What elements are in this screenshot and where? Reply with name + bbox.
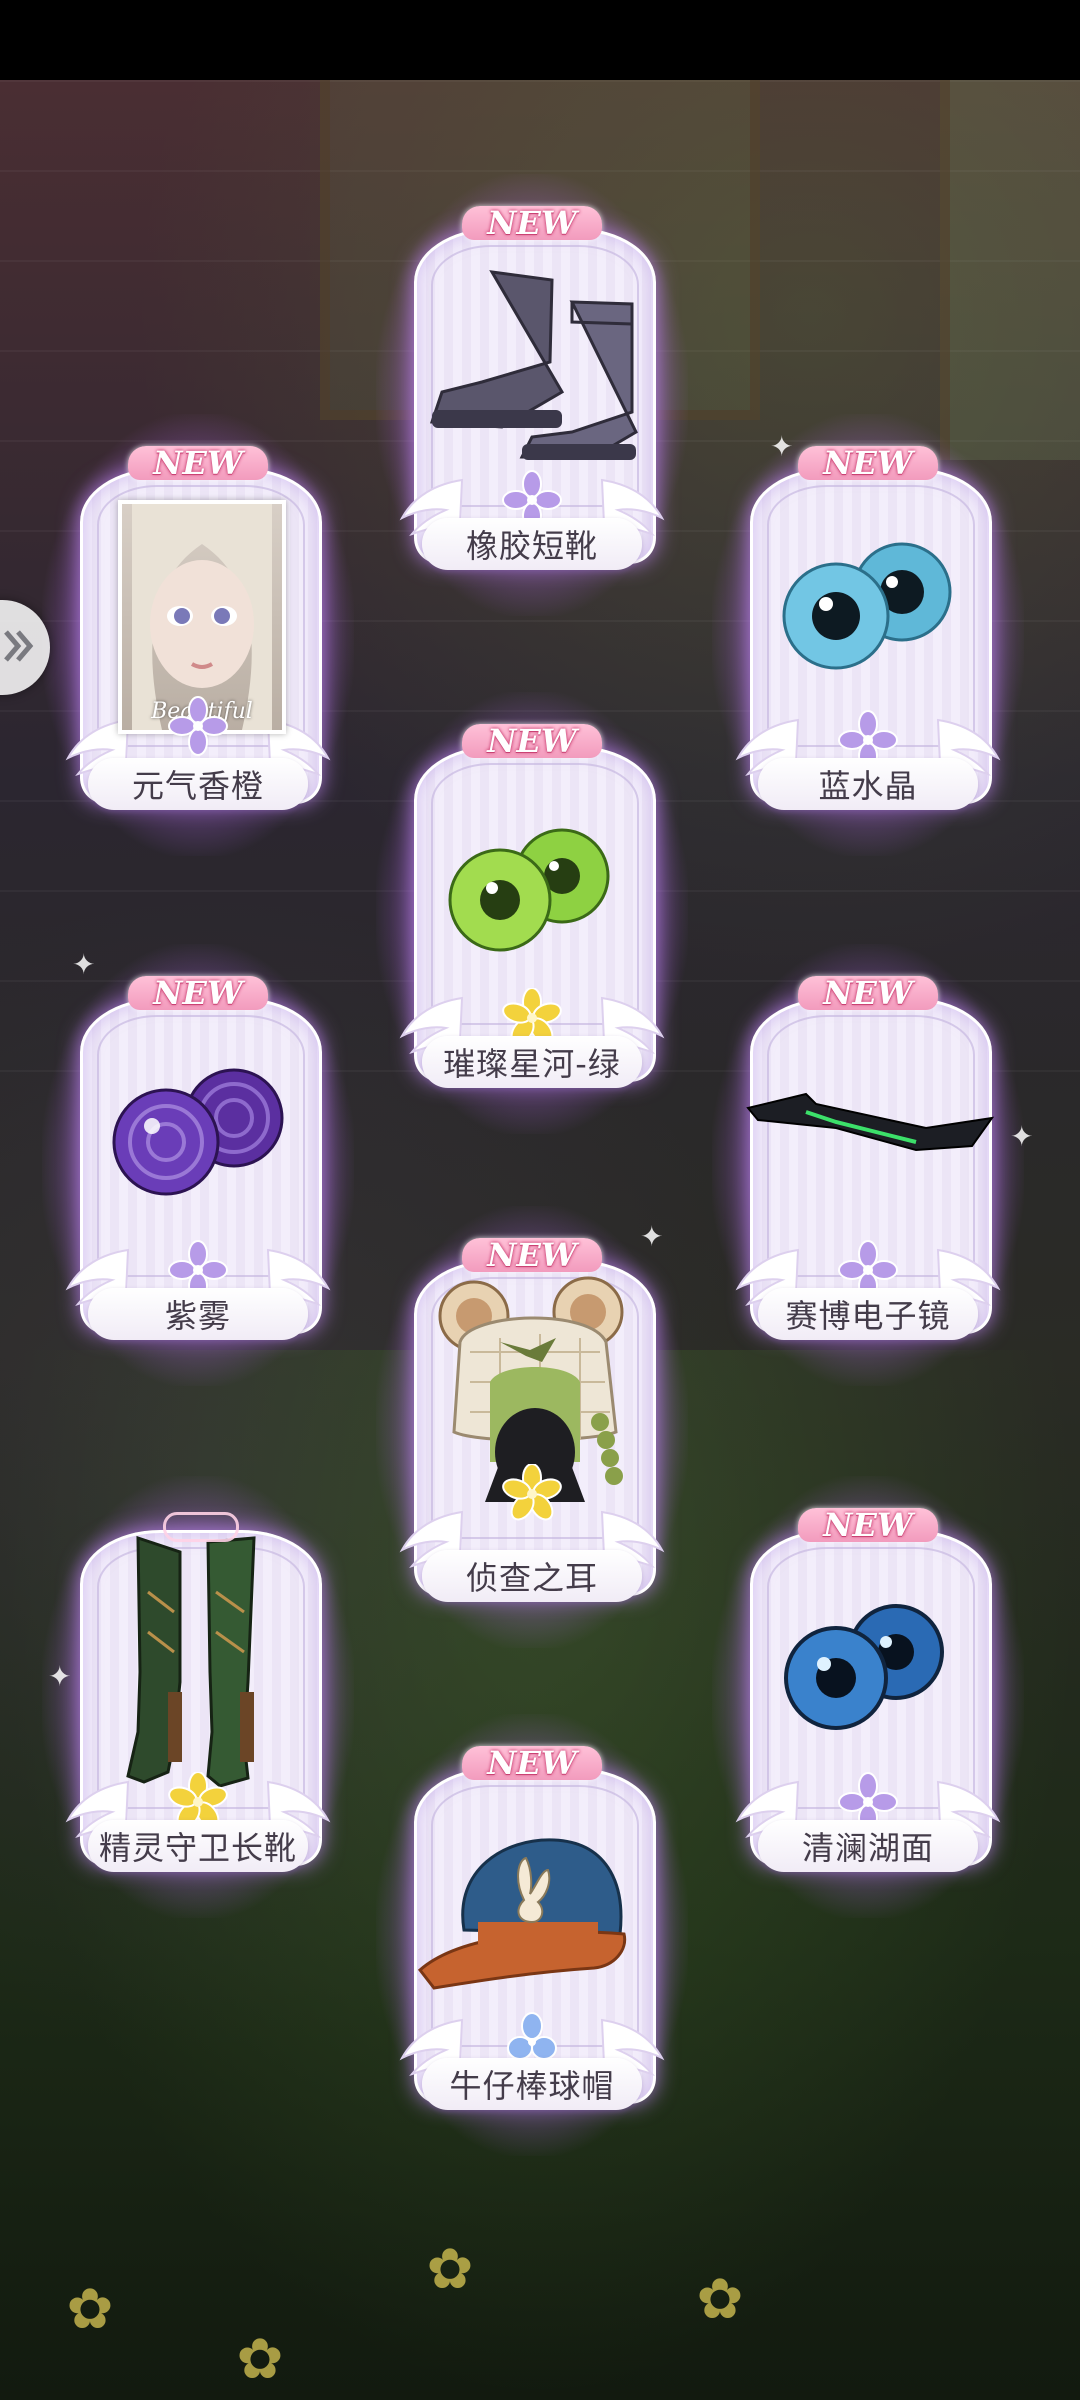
item-name: 牛仔棒球帽 bbox=[422, 2058, 642, 2110]
ribbon-decoration bbox=[163, 1512, 239, 1542]
background-flower: ✿ bbox=[696, 2267, 744, 2332]
item-card-yuanqi-orange[interactable]: NEW Beautiful 元气香橙 bbox=[42, 414, 354, 856]
elf-long-boots-icon bbox=[126, 1535, 256, 1788]
item-card-scout-ears[interactable]: NEW 侦查之耳 bbox=[376, 1206, 688, 1648]
green-eyes-icon bbox=[448, 828, 610, 952]
background-window-right bbox=[940, 80, 1080, 460]
new-badge: NEW bbox=[128, 970, 268, 1014]
double-chevron-right-icon bbox=[4, 630, 34, 662]
new-badge: NEW bbox=[798, 970, 938, 1014]
item-card-rubber-boots[interactable]: NEW 橡胶短靴 bbox=[376, 174, 688, 616]
item-card-clear-lake[interactable]: NEW 清澜湖面 bbox=[712, 1476, 1024, 1918]
background-flower: ✿ bbox=[236, 2327, 284, 2392]
status-bar bbox=[0, 0, 1080, 80]
new-badge: NEW bbox=[462, 1740, 602, 1784]
purple-eyes-icon bbox=[112, 1068, 284, 1196]
new-badge: NEW bbox=[462, 200, 602, 244]
purple-flower-icon bbox=[168, 696, 228, 756]
item-name: 赛博电子镜 bbox=[758, 1288, 978, 1340]
sparkle-icon: ✦ bbox=[640, 1220, 664, 1253]
item-name: 元气香橙 bbox=[88, 758, 308, 810]
item-card-cyber-visor[interactable]: NEW 赛博电子镜 bbox=[712, 944, 1024, 1386]
item-name: 精灵守卫长靴 bbox=[88, 1820, 308, 1872]
background-flower: ✿ bbox=[426, 2237, 474, 2302]
item-name: 清澜湖面 bbox=[758, 1820, 978, 1872]
new-badge: NEW bbox=[128, 440, 268, 484]
new-badge: NEW bbox=[798, 440, 938, 484]
rubber-boots-icon bbox=[429, 270, 638, 460]
sparkle-icon: ✦ bbox=[72, 948, 96, 981]
sparkle-icon: ✦ bbox=[1010, 1120, 1034, 1153]
item-card-blue-crystal[interactable]: NEW 蓝水晶 bbox=[712, 414, 1024, 856]
item-name: 橡胶短靴 bbox=[422, 518, 642, 570]
item-card-purple-mist[interactable]: NEW 紫雾 bbox=[42, 944, 354, 1386]
sparkle-icon: ✦ bbox=[770, 430, 794, 463]
new-badge: NEW bbox=[462, 1232, 602, 1276]
new-badge: NEW bbox=[462, 718, 602, 762]
item-card-starry-green[interactable]: NEW 璀璨星河-绿 bbox=[376, 692, 688, 1134]
denim-cap-icon bbox=[417, 1838, 627, 1990]
new-badge: NEW bbox=[798, 1502, 938, 1546]
item-name: 璀璨星河-绿 bbox=[422, 1036, 642, 1088]
background-flower: ✿ bbox=[66, 2277, 114, 2342]
item-name: 蓝水晶 bbox=[758, 758, 978, 810]
item-card-elf-guard-boots[interactable]: 精灵守卫长靴 bbox=[42, 1476, 354, 1918]
blue-eyes-icon bbox=[782, 542, 952, 670]
item-name: 紫雾 bbox=[88, 1288, 308, 1340]
blue-lake-eyes-icon bbox=[784, 1604, 944, 1730]
cyber-visor-icon bbox=[746, 1092, 995, 1152]
item-card-denim-cap[interactable]: NEW 牛仔棒球帽 bbox=[376, 1714, 688, 2156]
gold-star-flower-icon bbox=[502, 1464, 562, 1524]
sparkle-icon: ✦ bbox=[48, 1660, 72, 1693]
item-name: 侦查之耳 bbox=[422, 1550, 642, 1602]
